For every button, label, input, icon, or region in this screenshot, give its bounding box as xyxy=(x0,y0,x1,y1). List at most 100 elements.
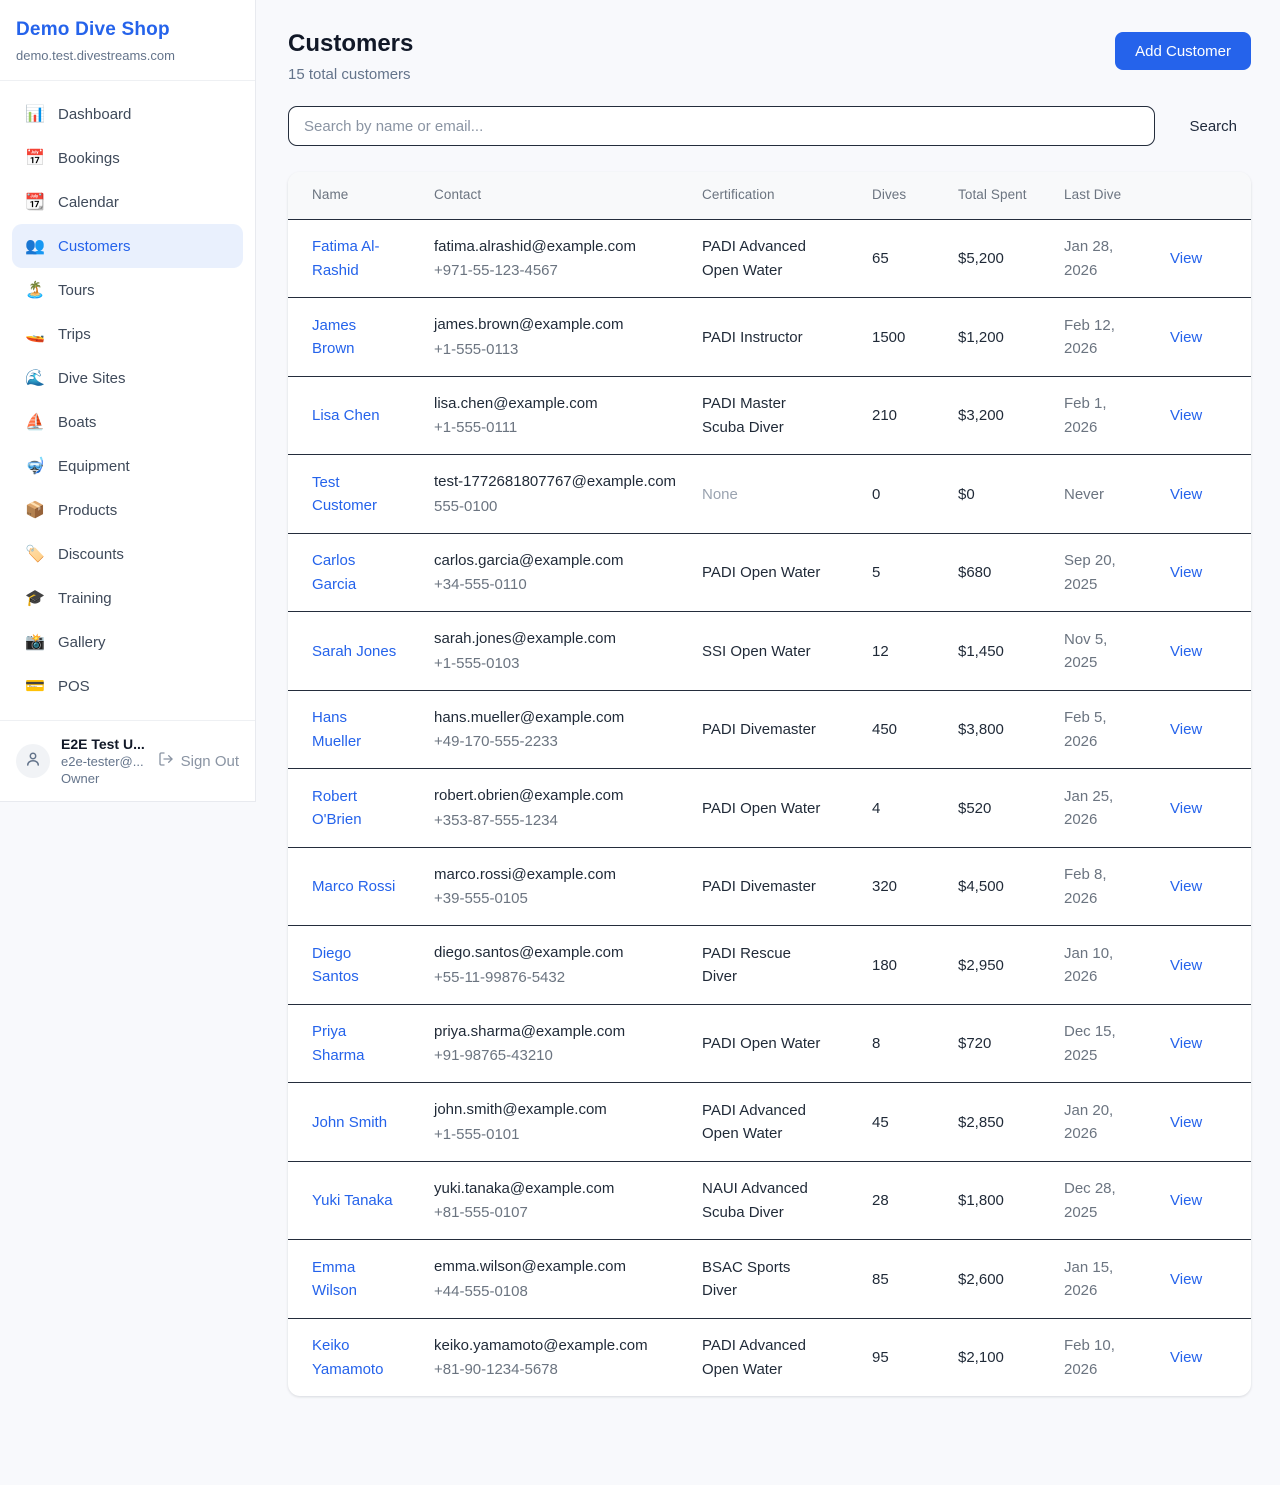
search-button[interactable]: Search xyxy=(1189,118,1237,135)
customer-dives: 5 xyxy=(872,533,958,612)
customer-phone: 555-0100 xyxy=(434,495,686,518)
credit-card-icon: 💳 xyxy=(25,676,45,696)
customer-last-dive: Sep 20, 2025 xyxy=(1064,533,1170,612)
customer-contact: priya.sharma@example.com +91-98765-43210 xyxy=(434,1004,702,1083)
customer-name-link[interactable]: Hans Mueller xyxy=(312,709,361,749)
customer-dives: 450 xyxy=(872,690,958,769)
customer-email: fatima.alrashid@example.com xyxy=(434,235,686,258)
customer-total-spent: $1,450 xyxy=(958,612,1064,691)
view-link[interactable]: View xyxy=(1170,957,1202,974)
sidebar-item-boats[interactable]: ⛵ Boats xyxy=(12,400,243,444)
people-icon: 👥 xyxy=(25,236,45,256)
sidebar-item-equipment[interactable]: 🤿 Equipment xyxy=(12,444,243,488)
sidebar-item-training[interactable]: 🎓 Training xyxy=(12,576,243,620)
customer-total-spent: $520 xyxy=(958,769,1064,848)
view-link[interactable]: View xyxy=(1170,878,1202,895)
customer-contact: carlos.garcia@example.com +34-555-0110 xyxy=(434,533,702,612)
table-row: Keiko Yamamoto keiko.yamamoto@example.co… xyxy=(288,1318,1251,1396)
view-link[interactable]: View xyxy=(1170,1192,1202,1209)
sidebar-item-calendar[interactable]: 📆 Calendar xyxy=(12,180,243,224)
sidebar-item-discounts[interactable]: 🏷️ Discounts xyxy=(12,532,243,576)
customer-email: james.brown@example.com xyxy=(434,313,686,336)
sidebar-item-bookings[interactable]: 📅 Bookings xyxy=(12,136,243,180)
logout-icon xyxy=(158,751,174,771)
customer-name-link[interactable]: Sarah Jones xyxy=(312,643,396,660)
view-link[interactable]: View xyxy=(1170,721,1202,738)
customer-name-link[interactable]: Fatima Al-Rashid xyxy=(312,238,380,278)
customer-email: lisa.chen@example.com xyxy=(434,392,686,415)
sidebar-header: Demo Dive Shop demo.test.divestreams.com xyxy=(0,0,255,81)
sidebar-item-pos[interactable]: 💳 POS xyxy=(12,664,243,708)
customer-contact: john.smith@example.com +1-555-0101 xyxy=(434,1083,702,1162)
view-link[interactable]: View xyxy=(1170,250,1202,267)
customer-total-spent: $2,600 xyxy=(958,1240,1064,1319)
view-link[interactable]: View xyxy=(1170,1271,1202,1288)
customer-total-spent: $680 xyxy=(958,533,1064,612)
customer-name-link[interactable]: Diego Santos xyxy=(312,945,359,985)
customers-table: Name Contact Certification Dives Total S… xyxy=(288,172,1251,1396)
view-link[interactable]: View xyxy=(1170,1349,1202,1366)
customer-total-spent: $3,200 xyxy=(958,376,1064,455)
sidebar: Demo Dive Shop demo.test.divestreams.com… xyxy=(0,0,256,802)
table-row: Marco Rossi marco.rossi@example.com +39-… xyxy=(288,847,1251,926)
customer-count: 15 total customers xyxy=(288,66,413,83)
customer-name-link[interactable]: Emma Wilson xyxy=(312,1259,357,1299)
sidebar-item-customers[interactable]: 👥 Customers xyxy=(12,224,243,268)
wave-icon: 🌊 xyxy=(25,368,45,388)
table-row: Hans Mueller hans.mueller@example.com +4… xyxy=(288,690,1251,769)
customer-name-link[interactable]: Yuki Tanaka xyxy=(312,1192,393,1209)
customer-phone: +34-555-0110 xyxy=(434,573,686,596)
shop-domain: demo.test.divestreams.com xyxy=(16,48,239,63)
page-header: Customers 15 total customers Add Custome… xyxy=(288,30,1251,83)
graduation-cap-icon: 🎓 xyxy=(25,588,45,608)
search-input[interactable] xyxy=(288,106,1155,146)
view-link[interactable]: View xyxy=(1170,1035,1202,1052)
sidebar-item-gallery[interactable]: 📸 Gallery xyxy=(12,620,243,664)
view-link[interactable]: View xyxy=(1170,407,1202,424)
table-row: Fatima Al-Rashid fatima.alrashid@example… xyxy=(288,219,1251,298)
sidebar-item-dive-sites[interactable]: 🌊 Dive Sites xyxy=(12,356,243,400)
view-link[interactable]: View xyxy=(1170,643,1202,660)
view-link[interactable]: View xyxy=(1170,1114,1202,1131)
customer-name-link[interactable]: Keiko Yamamoto xyxy=(312,1337,383,1377)
customer-phone: +81-555-0107 xyxy=(434,1201,686,1224)
user-meta: E2E Test U... e2e-tester@... Owner xyxy=(61,736,145,786)
customer-email: hans.mueller@example.com xyxy=(434,706,686,729)
sidebar-item-trips[interactable]: 🚤 Trips xyxy=(12,312,243,356)
customer-phone: +91-98765-43210 xyxy=(434,1044,686,1067)
customer-total-spent: $0 xyxy=(958,455,1064,534)
search-row: Search xyxy=(288,106,1251,146)
column-header-last-dive: Last Dive xyxy=(1064,172,1170,219)
sidebar-item-tours[interactable]: 🏝️ Tours xyxy=(12,268,243,312)
sidebar-item-products[interactable]: 📦 Products xyxy=(12,488,243,532)
view-link[interactable]: View xyxy=(1170,486,1202,503)
customer-name-link[interactable]: Lisa Chen xyxy=(312,407,380,424)
customer-name-link[interactable]: Carlos Garcia xyxy=(312,552,356,592)
customer-name-link[interactable]: Test Customer xyxy=(312,474,377,514)
customer-email: yuki.tanaka@example.com xyxy=(434,1177,686,1200)
view-link[interactable]: View xyxy=(1170,329,1202,346)
sign-out-button[interactable]: Sign Out xyxy=(158,751,239,771)
customer-certification: PADI Divemaster xyxy=(702,847,872,926)
customer-name-link[interactable]: John Smith xyxy=(312,1114,387,1131)
view-link[interactable]: View xyxy=(1170,800,1202,817)
table-row: Emma Wilson emma.wilson@example.com +44-… xyxy=(288,1240,1251,1319)
add-customer-button[interactable]: Add Customer xyxy=(1115,32,1251,70)
column-header-action xyxy=(1170,172,1251,219)
customers-table-card: Name Contact Certification Dives Total S… xyxy=(288,172,1251,1396)
customer-total-spent: $1,200 xyxy=(958,298,1064,377)
table-row: Robert O'Brien robert.obrien@example.com… xyxy=(288,769,1251,848)
customer-contact: lisa.chen@example.com +1-555-0111 xyxy=(434,376,702,455)
customer-total-spent: $4,500 xyxy=(958,847,1064,926)
sidebar-item-dashboard[interactable]: 📊 Dashboard xyxy=(12,92,243,136)
bar-chart-icon: 📊 xyxy=(25,104,45,124)
customer-name-link[interactable]: Robert O'Brien xyxy=(312,788,362,828)
customer-name-link[interactable]: Priya Sharma xyxy=(312,1023,365,1063)
customer-name-link[interactable]: Marco Rossi xyxy=(312,878,395,895)
customer-certification: PADI Advanced Open Water xyxy=(702,219,872,298)
table-body: Fatima Al-Rashid fatima.alrashid@example… xyxy=(288,219,1251,1396)
view-link[interactable]: View xyxy=(1170,564,1202,581)
customer-name-link[interactable]: James Brown xyxy=(312,317,356,357)
customer-last-dive: Feb 5, 2026 xyxy=(1064,690,1170,769)
customer-total-spent: $2,850 xyxy=(958,1083,1064,1162)
